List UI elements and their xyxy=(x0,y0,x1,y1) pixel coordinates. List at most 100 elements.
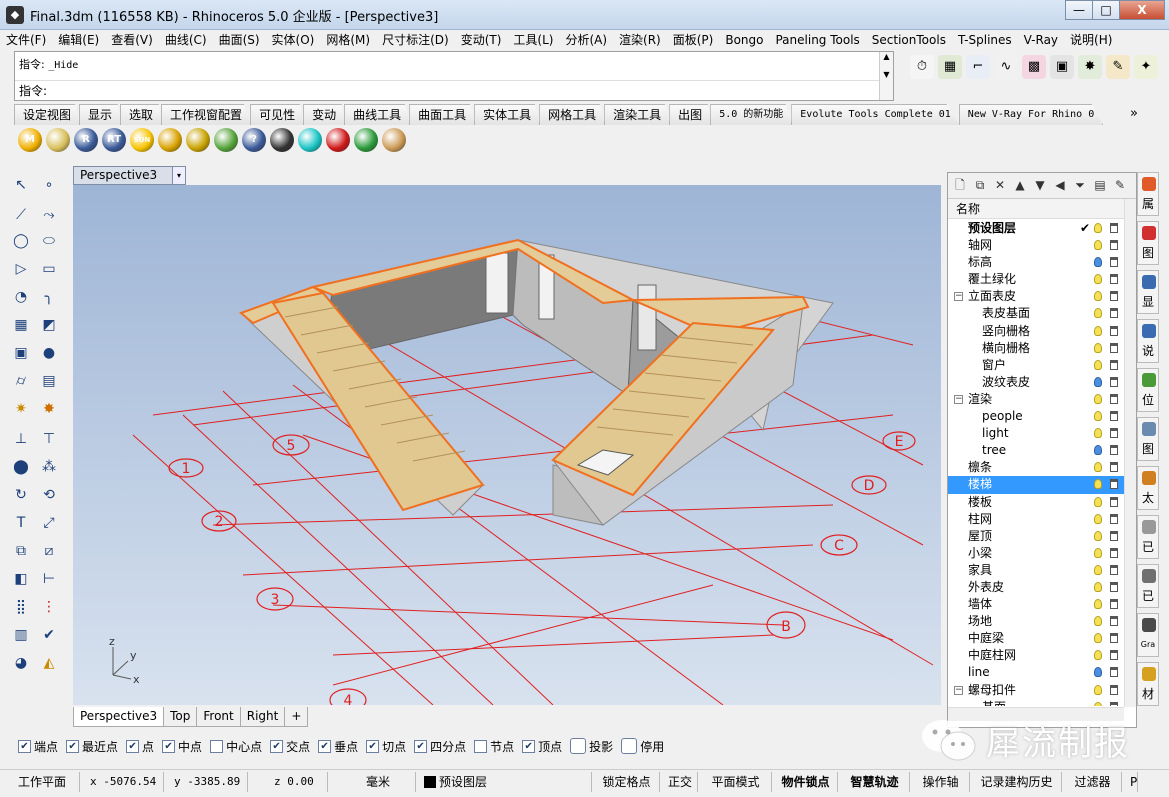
surface-grid-icon[interactable]: ▦ xyxy=(10,314,32,336)
lock-icon[interactable] xyxy=(1110,411,1118,422)
group-icon[interactable]: ⧉ xyxy=(10,540,32,562)
toolbar-tab[interactable]: 实体工具 xyxy=(474,104,541,125)
menu-item[interactable]: 文件(F) xyxy=(0,30,52,50)
lock-icon[interactable] xyxy=(1110,581,1118,592)
layer-row[interactable]: 波纹表皮 xyxy=(948,374,1124,391)
tools-icon[interactable]: ✦ xyxy=(1134,55,1158,79)
lightbulb-icon[interactable] xyxy=(1094,274,1102,285)
lock-icon[interactable] xyxy=(1110,393,1118,404)
layer-row[interactable]: 场地 xyxy=(948,613,1124,630)
layer-expand-toggle[interactable]: − xyxy=(954,394,963,404)
lock-icon[interactable] xyxy=(1110,342,1118,353)
cylinder-icon[interactable]: ⌭ xyxy=(10,370,32,392)
osnap-option[interactable]: ✔ 交点 xyxy=(270,738,310,755)
layer-row[interactable]: 覆土绿化 xyxy=(948,271,1124,288)
add-viewport-tab-button[interactable]: + xyxy=(284,707,309,727)
layer-row[interactable]: 基面 xyxy=(948,699,1124,706)
menu-item[interactable]: Bongo xyxy=(719,30,769,50)
move-up-icon[interactable]: ▲ xyxy=(1012,177,1028,193)
toolbar-tab[interactable]: 曲面工具 xyxy=(409,104,476,125)
lightbulb-icon[interactable] xyxy=(1094,257,1102,268)
lightbulb-icon[interactable] xyxy=(1094,240,1102,251)
sphere-tool-icon[interactable]: ● xyxy=(38,342,60,364)
lock-icon[interactable] xyxy=(1110,376,1118,387)
lock-icon[interactable] xyxy=(1110,650,1118,661)
status-toggle-button[interactable]: 智慧轨迹 xyxy=(840,772,910,792)
section-icon[interactable]: ▥ xyxy=(10,624,32,646)
layer-expand-toggle[interactable]: − xyxy=(954,292,963,302)
layer-row[interactable]: 轴网 xyxy=(948,237,1124,254)
osnap-option[interactable]: ✔ 点 xyxy=(126,738,154,755)
layer-vertical-scrollbar[interactable] xyxy=(1124,199,1136,707)
osnap-option[interactable]: ✔ 中点 xyxy=(162,738,202,755)
fillet-icon[interactable]: ╮ xyxy=(38,286,60,308)
toolbar-tab[interactable]: 选取 xyxy=(120,104,163,125)
wrench-icon[interactable]: ✎ xyxy=(1106,55,1130,79)
units-indicator[interactable]: 毫米 xyxy=(360,772,416,792)
status-toggle-button[interactable]: P xyxy=(1124,772,1138,792)
r-icon[interactable]: R xyxy=(74,128,98,152)
layer-row[interactable]: 横向栅格 xyxy=(948,340,1124,357)
lightbulb-icon[interactable] xyxy=(1094,308,1102,319)
array-icon[interactable]: ⣿ xyxy=(10,596,32,618)
layer-row[interactable]: − 渲染 xyxy=(948,391,1124,408)
document-icon[interactable]: ▤ xyxy=(1092,177,1108,193)
viewport-tab[interactable]: Right xyxy=(239,707,286,727)
polygon-icon[interactable]: ▷ xyxy=(10,258,32,280)
viewport-tab[interactable]: Perspective3 xyxy=(73,707,165,727)
rt-icon[interactable]: RT xyxy=(102,128,126,152)
lock-icon[interactable] xyxy=(1110,701,1118,706)
layer-row[interactable]: 预设图层 ✔ xyxy=(948,220,1124,237)
lightbulb-icon[interactable] xyxy=(1094,342,1102,353)
layer-row[interactable]: 外表皮 xyxy=(948,579,1124,596)
help-icon[interactable]: ? xyxy=(242,128,266,152)
menu-item[interactable]: 渲染(R) xyxy=(613,30,667,50)
lock-icon[interactable] xyxy=(1110,684,1118,695)
layer-row[interactable]: 中庭梁 xyxy=(948,630,1124,647)
minimize-button[interactable]: — xyxy=(1065,0,1093,20)
side-tab-layers[interactable]: 图 xyxy=(1137,221,1159,265)
lock-icon[interactable] xyxy=(1110,462,1118,473)
shade-icon[interactable]: ◕ xyxy=(10,652,32,674)
toolbar-tab[interactable]: 显示 xyxy=(79,104,122,125)
lock-icon[interactable] xyxy=(1110,445,1118,456)
layer-row[interactable]: 窗户 xyxy=(948,357,1124,374)
lock-icon[interactable] xyxy=(1110,359,1118,370)
lamp-icon[interactable] xyxy=(186,128,210,152)
dimension-icon[interactable]: ⊢ xyxy=(38,568,60,590)
lightbulb-icon[interactable] xyxy=(1094,684,1102,695)
sphere-dark-icon[interactable] xyxy=(270,128,294,152)
lightbulb-icon[interactable] xyxy=(1094,616,1102,627)
nurbs-cube-icon[interactable]: ▦ xyxy=(938,55,962,79)
sphere-tan-icon[interactable] xyxy=(382,128,406,152)
sphere-red-icon[interactable] xyxy=(326,128,350,152)
ellipse-icon[interactable]: ⬭ xyxy=(38,230,60,252)
status-toggle-button[interactable]: 操作轴 xyxy=(912,772,970,792)
cplane-icon[interactable]: ⌐ xyxy=(966,55,990,79)
layer-row[interactable]: 墙体 xyxy=(948,596,1124,613)
side-tab-material[interactable]: 材 xyxy=(1137,662,1159,706)
status-toggle-button[interactable]: 记录建构历史 xyxy=(972,772,1062,792)
status-toggle-button[interactable]: 过滤器 xyxy=(1064,772,1122,792)
lightbulb-icon[interactable] xyxy=(1094,564,1102,575)
lightbulb-icon[interactable] xyxy=(1094,479,1102,490)
boolean-icon[interactable]: ⬤ xyxy=(10,456,32,478)
distribute-icon[interactable]: ⋮ xyxy=(38,596,60,618)
clapboard-icon[interactable]: ▩ xyxy=(1022,55,1046,79)
viewport-title-tab[interactable]: Perspective3 ▾ xyxy=(73,166,186,185)
mesh-icon[interactable]: ▤ xyxy=(38,370,60,392)
star-burst-icon[interactable]: ✸ xyxy=(38,398,60,420)
move-parent-icon[interactable]: ◀ xyxy=(1052,177,1068,193)
menu-item[interactable]: 工具(L) xyxy=(507,30,559,50)
osnap-checkbox[interactable]: ✔ xyxy=(414,739,428,753)
layer-row[interactable]: 小梁 xyxy=(948,545,1124,562)
layer-row[interactable]: 表皮基面 xyxy=(948,305,1124,322)
menu-item[interactable]: 分析(A) xyxy=(559,30,613,50)
menu-item[interactable]: 网格(M) xyxy=(320,30,376,50)
lock-icon[interactable] xyxy=(1110,325,1118,336)
lightbulb-icon[interactable] xyxy=(1094,223,1102,233)
menu-item[interactable]: 面板(P) xyxy=(667,30,720,50)
toolbar-tab[interactable]: 渲染工具 xyxy=(604,104,671,125)
lightbulb-icon[interactable] xyxy=(1094,667,1102,678)
toolbar-tab[interactable]: 设定视图 xyxy=(14,104,81,125)
